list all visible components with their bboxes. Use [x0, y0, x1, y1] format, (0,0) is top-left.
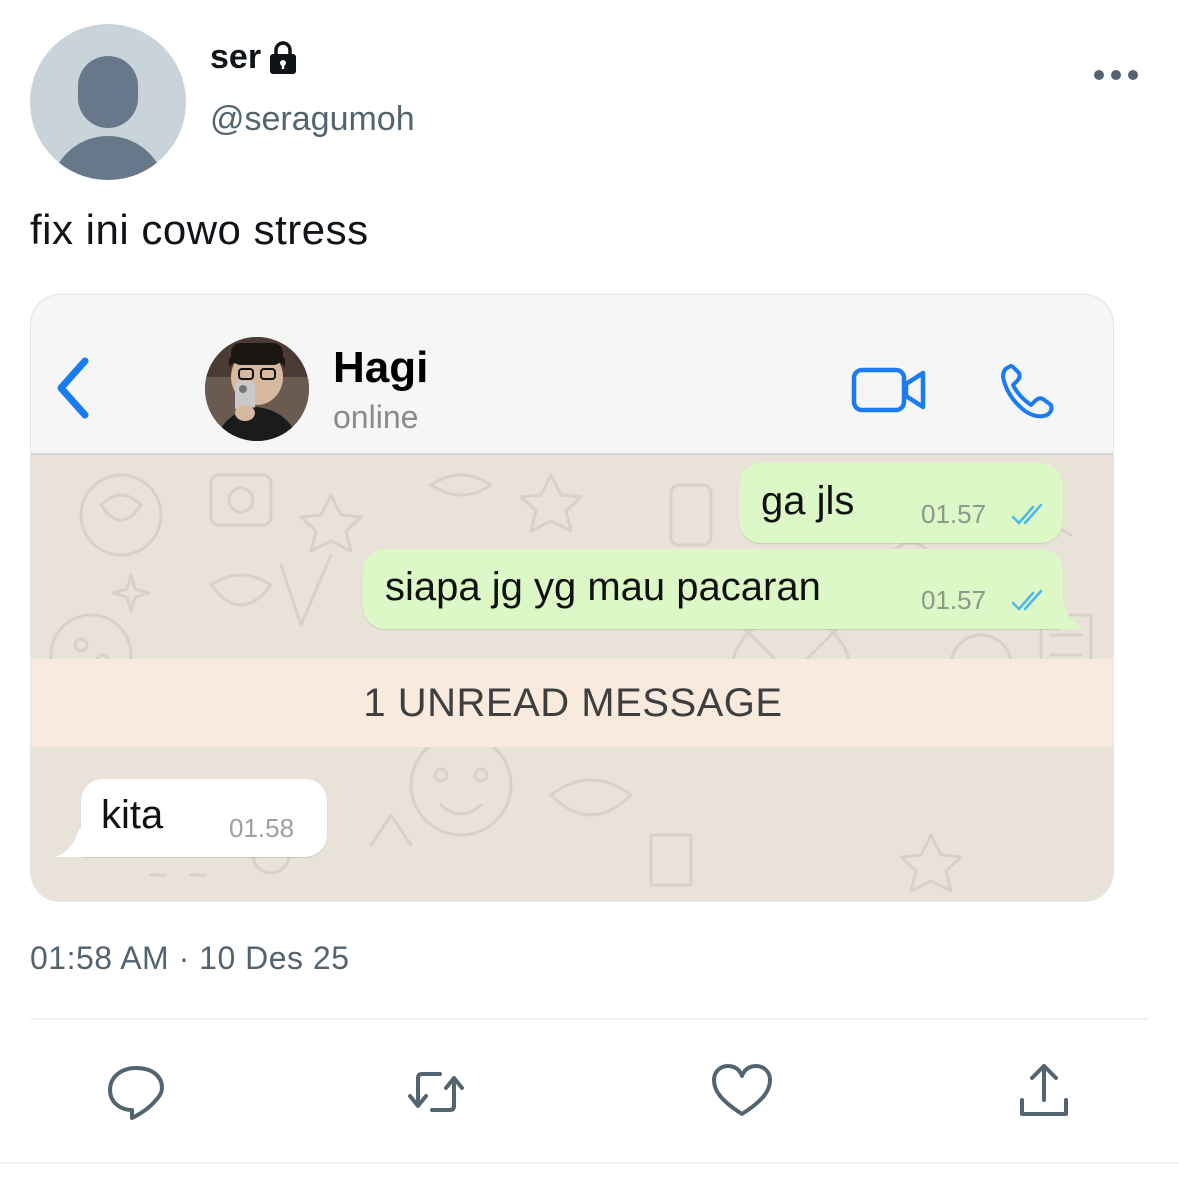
bubble-tail [1057, 601, 1085, 629]
message-bubble-incoming[interactable]: kita 01.58 [81, 779, 327, 857]
message-time: 01.58 [229, 813, 295, 843]
unread-banner: 1 UNREAD MESSAGE [31, 659, 1113, 747]
chevron-left-icon [57, 357, 89, 419]
message-bubble-outgoing[interactable]: siapa jg yg mau pacaran 01.57 [363, 549, 1063, 629]
double-check-icon [1011, 589, 1043, 611]
double-check-icon [1011, 503, 1043, 525]
message-text: ga jls [761, 479, 855, 523]
reply-icon[interactable] [104, 1060, 168, 1124]
attached-image[interactable]: Hagi online ga jls 01.57 siapa jg yg mau… [30, 294, 1114, 902]
message-text: siapa jg yg mau pacaran [385, 565, 821, 609]
chat-header: Hagi online [31, 295, 1113, 455]
author-handle[interactable]: @seragumoh [210, 100, 415, 139]
video-call-icon [851, 367, 926, 413]
author-avatar[interactable] [30, 24, 186, 180]
contact-name: Hagi [333, 343, 429, 392]
retweet-icon[interactable] [404, 1060, 468, 1124]
phone-icon [1001, 364, 1054, 419]
bubble-tail [55, 829, 85, 857]
author-name-row[interactable]: ser [210, 38, 299, 77]
contact-status: online [333, 399, 419, 435]
heart-icon[interactable] [710, 1060, 774, 1124]
divider [0, 1162, 1179, 1164]
message-time: 01.57 [921, 499, 987, 529]
more-icon[interactable] [1094, 60, 1138, 90]
lock-icon [270, 40, 297, 74]
message-text: kita [101, 793, 164, 837]
chat-body: ga jls 01.57 siapa jg yg mau pacaran 01.… [31, 455, 1113, 901]
divider [30, 1018, 1149, 1020]
tweet-timestamp[interactable]: 01:58 AM · 10 Des 25 [30, 940, 350, 977]
author-display-name[interactable]: ser [210, 38, 261, 77]
message-bubble-outgoing[interactable]: ga jls 01.57 [739, 463, 1063, 543]
contact-avatar [205, 337, 309, 441]
share-icon[interactable] [1012, 1060, 1076, 1124]
tweet-text: fix ini cowo stress [30, 206, 369, 253]
message-time: 01.57 [921, 585, 987, 615]
